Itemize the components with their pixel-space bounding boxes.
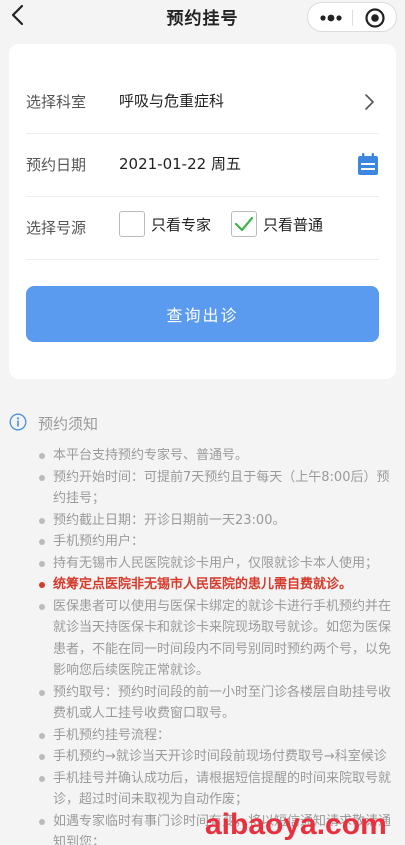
notice-item: 手机预约→就诊当天开诊时间段前现场付费取号→科室候诊 <box>39 746 394 768</box>
regular-only-checkbox[interactable] <box>231 211 257 237</box>
notice-item: 持有无锡市人民医院就诊卡用户，仅限就诊卡本人使用； <box>39 553 394 575</box>
notice-item: 本平台支持预约专家号、普通号。 <box>39 445 394 467</box>
expert-only-label[interactable]: 只看专家 <box>151 214 211 235</box>
notice-item: 医保患者可以使用与医保卡绑定的就诊卡进行手机预约并在就诊当天持医保卡和就诊卡来院… <box>39 596 394 682</box>
notice-item-warning: 统筹定点医院非无锡市人民医院的患儿需自费就诊。 <box>39 574 394 596</box>
booking-form-card: 选择科室 呼吸与危重症科 预约日期 2021-01-22 周五 选择号源 只看专… <box>9 44 396 379</box>
info-icon <box>9 413 27 431</box>
date-label: 预约日期 <box>26 156 87 174</box>
miniprogram-capsule <box>307 2 397 32</box>
notice-item: 预约截止日期：开诊日期前一天23:00。 <box>39 510 394 532</box>
notice-title: 预约须知 <box>38 415 99 433</box>
navigation-bar: 预约挂号 <box>0 0 405 34</box>
more-icon[interactable] <box>318 9 344 27</box>
notice-item: 预约开始时间：可提前7天预约且于每天（上午8:00后）预约挂号； <box>39 467 394 510</box>
chevron-right-icon <box>365 94 374 110</box>
query-schedule-button[interactable]: 查询出诊 <box>26 286 379 342</box>
notice-item: 手机挂号并确认成功后，请根据短信提醒的时间来院取号就诊，超过时间未取视为自动作废… <box>39 768 394 811</box>
department-row[interactable]: 选择科室 呼吸与危重症科 <box>26 71 379 134</box>
regular-only-label[interactable]: 只看普通 <box>263 214 323 235</box>
notice-item: 手机预约用户： <box>39 531 394 553</box>
notice-list: 本平台支持预约专家号、普通号。 预约开始时间：可提前7天预约且于每天（上午8:0… <box>39 445 394 845</box>
checkmark-icon <box>234 216 254 232</box>
department-label: 选择科室 <box>26 93 87 111</box>
notice-item: 预约取号：预约时间段的前一小时至门诊各楼层自助挂号收费机或人工挂号收费窗口取号。 <box>39 682 394 725</box>
department-value: 呼吸与危重症科 <box>119 92 225 110</box>
source-label: 选择号源 <box>26 219 87 237</box>
watermark: aibaoya.com <box>205 808 387 841</box>
capsule-divider <box>352 10 353 26</box>
close-miniprogram-icon[interactable] <box>364 7 386 29</box>
expert-only-checkbox[interactable] <box>119 211 145 237</box>
date-row[interactable]: 预约日期 2021-01-22 周五 <box>26 134 379 197</box>
source-row: 选择号源 只看专家 只看普通 <box>26 197 379 260</box>
date-value: 2021-01-22 周五 <box>119 155 241 173</box>
calendar-icon[interactable] <box>357 152 379 176</box>
notice-item: 手机预约挂号流程： <box>39 725 394 747</box>
